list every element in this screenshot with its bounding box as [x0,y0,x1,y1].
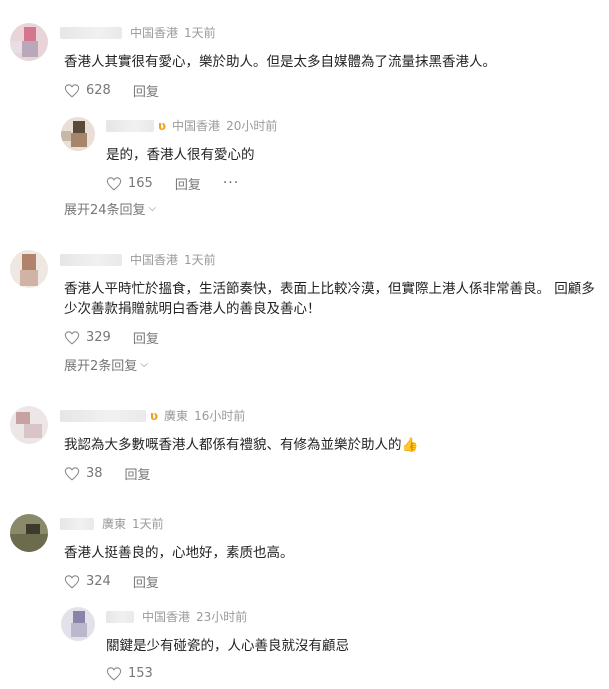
like-count: 38 [86,465,103,481]
like-count: 329 [86,329,111,345]
like-count: 628 [86,82,111,98]
comment-text: 香港人挺善良的，心地好，素质也高。 [64,545,294,561]
comment-meta: 廣東 1天前 [60,515,164,533]
avatar[interactable] [61,607,95,641]
like-button[interactable]: 153 [106,666,153,681]
comment-text: 我認為大多數嘅香港人都係有禮貌、有修為並樂於助人的👍 [64,435,594,455]
reply-meta: ʋ 中国香港 20小时前 [106,117,277,135]
comment-text: 香港人平時忙於搵食，生活節奏快，表面上比較冷漠，但實際上港人係非常善良。 回顧多… [64,281,595,317]
location: 中国香港 [172,119,221,133]
reply-button[interactable]: 回复 [125,464,151,483]
reply-button[interactable]: 回复 [133,328,159,347]
more-options-icon[interactable]: ··· [223,175,239,191]
avatar[interactable] [10,514,48,552]
timestamp: 1天前 [132,517,164,531]
like-count: 165 [128,175,153,191]
location: 中国香港 [142,610,191,624]
reply-actions: 165 回复 ··· [106,173,239,193]
heart-outline-icon [64,574,80,589]
like-button[interactable]: 324 [64,574,111,589]
chevron-down-icon: ⌵ [140,359,148,370]
username-redacted[interactable] [106,120,154,132]
comment-actions: 628 回复 [64,80,181,100]
thumbs-up-icon: 👍 [401,437,419,453]
like-button[interactable]: 628 [64,83,111,98]
heart-outline-icon [64,466,80,481]
comment-meta: ʋ 廣東 16小时前 [60,407,245,425]
expand-label: 展开24条回复 [64,203,146,218]
reply-text: 關鍵是少有碰瓷的，人心善良就沒有顧忌 [106,638,349,654]
location: 廣東 [102,517,127,531]
timestamp: 20小时前 [226,119,278,133]
comment-actions: 38 回复 [64,463,173,483]
location: 中国香港 [130,26,179,40]
avatar[interactable] [10,23,48,61]
timestamp: 1天前 [184,253,216,267]
avatar[interactable] [10,250,48,288]
comment-text-body: 我認為大多數嘅香港人都係有禮貌、有修為並樂於助人的 [64,437,402,453]
timestamp: 16小时前 [194,409,246,423]
like-button[interactable]: 329 [64,330,111,345]
location: 廣東 [164,409,189,423]
reply-button[interactable]: 回复 [133,81,159,100]
timestamp: 1天前 [184,26,216,40]
username-redacted[interactable] [106,611,134,623]
reply-meta: 中国香港 23小时前 [106,608,247,626]
comment-actions: 324 回复 [64,571,181,591]
username-redacted[interactable] [60,254,122,266]
username-redacted[interactable] [60,518,94,530]
avatar[interactable] [10,406,48,444]
username-redacted[interactable] [60,27,122,39]
like-count: 324 [86,573,111,589]
avatar[interactable] [61,117,95,151]
reply-button[interactable]: 回复 [175,174,201,193]
heart-outline-icon [106,176,122,191]
expand-label: 展开2条回复 [64,359,138,374]
comment-actions: 329 回复 [64,327,181,347]
comment-meta: 中国香港 1天前 [60,24,216,42]
heart-outline-icon [106,666,122,681]
chevron-down-icon: ⌵ [148,203,157,214]
expand-replies-button[interactable]: 展开2条回复 ⌵ [64,355,148,374]
reply-actions: 153 [106,663,175,683]
reply-text: 是的，香港人很有愛心的 [106,147,255,163]
expand-replies-button[interactable]: 展开24条回复 ⌵ [64,199,156,218]
heart-outline-icon [64,83,80,98]
comment-meta: 中国香港 1天前 [60,251,216,269]
like-count: 153 [128,665,153,681]
v-badge-icon: ʋ [158,119,167,133]
like-button[interactable]: 38 [64,466,103,481]
like-button[interactable]: 165 [106,176,153,191]
reply-button[interactable]: 回复 [133,572,159,591]
location: 中国香港 [130,253,179,267]
heart-outline-icon [64,330,80,345]
comment-text: 香港人其實很有愛心，樂於助人。但是太多自媒體為了流量抹黑香港人。 [64,54,496,70]
timestamp: 23小时前 [196,610,248,624]
v-badge-icon: ʋ [150,409,159,423]
username-redacted[interactable] [60,410,146,422]
